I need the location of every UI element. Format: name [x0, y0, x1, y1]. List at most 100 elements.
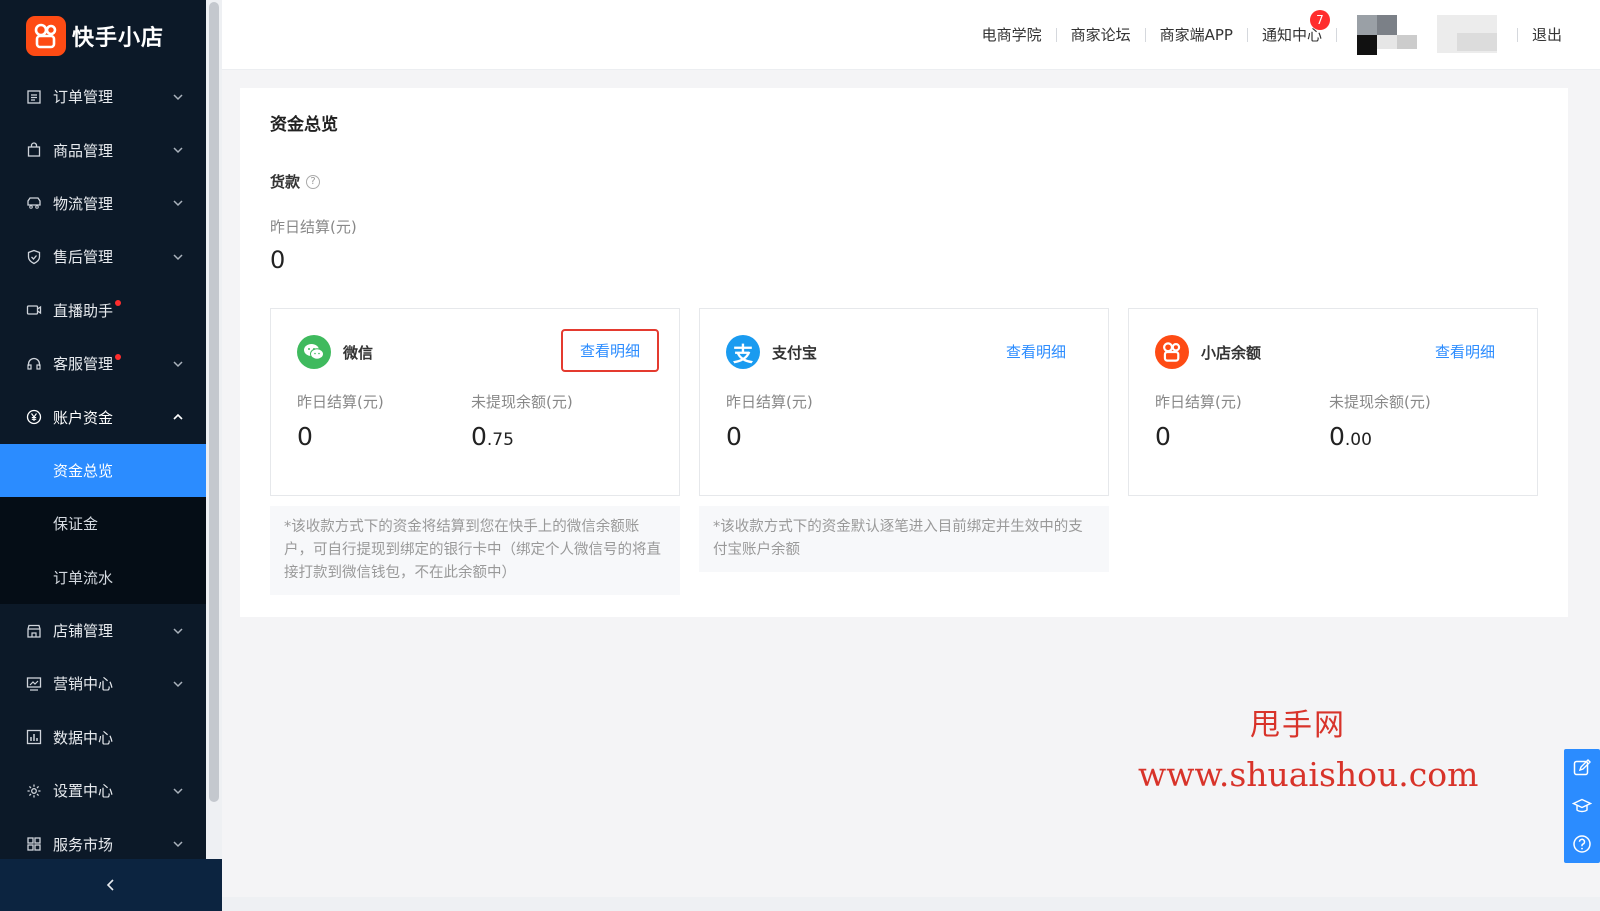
- scrollbar-thumb[interactable]: [209, 2, 219, 802]
- store-icon: [26, 623, 42, 639]
- section-label-text: 货款: [270, 173, 301, 191]
- stat-label: 昨日结算(元): [1155, 393, 1242, 411]
- yesterday-column: 昨日结算(元) 0: [297, 391, 384, 451]
- sidebar-subitem-funds-overview[interactable]: 资金总览: [0, 443, 206, 498]
- sidebar-item-store[interactable]: 店铺管理: [0, 604, 206, 657]
- stat-label: 未提现余额(元): [471, 393, 573, 411]
- header-link-forum[interactable]: 商家论坛: [1057, 26, 1145, 44]
- notifications-label: 通知中心: [1261, 26, 1322, 44]
- video-icon: [26, 302, 42, 318]
- divider: [1335, 28, 1337, 42]
- floating-toolbar: [1564, 749, 1600, 863]
- header-link-app[interactable]: 商家端APP: [1146, 26, 1247, 44]
- account-name: 微信: [343, 343, 374, 362]
- top-header: 电商学院 商家论坛 商家端APP 通知中心 7 退出: [222, 0, 1600, 70]
- yesterday-column: 昨日结算(元) 0: [726, 391, 813, 451]
- value-int: 0: [471, 422, 487, 451]
- sidebar-item-label: 订单管理: [53, 88, 114, 107]
- chevron-down-icon: [173, 681, 183, 688]
- sidebar-item-account-funds[interactable]: 账户资金: [0, 390, 206, 443]
- sidebar-subitem-order-flow[interactable]: 订单流水: [0, 551, 206, 604]
- watermark-url: www.shuaishou.com: [1138, 755, 1479, 794]
- withdrawable-column: 未提现余额(元) 0.75: [471, 391, 573, 451]
- notification-dot: [115, 300, 122, 307]
- avatar[interactable]: [1356, 15, 1417, 55]
- bar-chart-icon: [26, 729, 42, 745]
- collapse-sidebar-button[interactable]: [0, 859, 222, 911]
- grid-icon: [26, 836, 42, 852]
- header-link-academy[interactable]: 电商学院: [968, 26, 1056, 44]
- view-details-link[interactable]: 查看明细: [1417, 337, 1513, 366]
- sidebar-item-data-center[interactable]: 数据中心: [0, 711, 206, 764]
- kuaishou-logo-icon: [26, 16, 66, 56]
- stat-value: 0: [297, 422, 313, 451]
- sidebar-item-label: 设置中心: [53, 782, 114, 801]
- value-decimal: .00: [1344, 430, 1372, 450]
- sidebar-item-label: 服务市场: [53, 835, 114, 854]
- brand-name: 快手小店: [72, 26, 165, 51]
- sidebar-item-label: 店铺管理: [53, 622, 114, 641]
- sidebar-item-label: 售后管理: [53, 248, 114, 267]
- yen-circle-icon: [26, 409, 42, 425]
- value-decimal: .75: [486, 430, 514, 450]
- value-int: 0: [1329, 422, 1345, 451]
- account-header: 微信: [297, 335, 373, 369]
- yesterday-column: 昨日结算(元) 0: [1155, 391, 1242, 451]
- sidebar-item-label: 物流管理: [53, 194, 114, 213]
- notification-dot: [115, 353, 122, 360]
- stat-value: 0: [1155, 422, 1171, 451]
- wechat-account-box: 微信 查看明细 昨日结算(元) 0 未提现余额(元) 0.75: [270, 308, 680, 496]
- gear-icon: [26, 783, 42, 799]
- stat-value: 0.00: [1329, 422, 1431, 451]
- shop-balance-account-box: 小店余额 查看明细 昨日结算(元) 0 未提现余额(元) 0.00: [1128, 308, 1538, 496]
- truck-icon: [26, 195, 42, 211]
- sidebar-item-label: 数据中心: [53, 728, 114, 747]
- sidebar-item-label: 营销中心: [53, 675, 114, 694]
- chevron-down-icon: [173, 200, 183, 207]
- logout-link[interactable]: 退出: [1518, 26, 1600, 44]
- withdrawable-column: 未提现余额(元) 0.00: [1329, 391, 1431, 451]
- wechat-icon: [297, 335, 331, 369]
- sidebar-item-settings[interactable]: 设置中心: [0, 764, 206, 817]
- watermark-title: 甩手网: [1250, 708, 1346, 743]
- monitor-chart-icon: [26, 676, 42, 692]
- help-icon[interactable]: [1564, 825, 1600, 863]
- sidebar: 快手小店 订单管理 商品管理 物流管理 售后管理 直播助手 客服管理 账户资金 …: [0, 0, 206, 911]
- sidebar-item-logistics[interactable]: 物流管理: [0, 177, 206, 230]
- sidebar-scrollbar[interactable]: [206, 0, 222, 911]
- section-label: 货款 ?: [270, 171, 321, 192]
- shield-check-icon: [26, 249, 42, 265]
- logo[interactable]: 快手小店: [26, 16, 164, 56]
- sidebar-subitem-deposit[interactable]: 保证金: [0, 497, 206, 550]
- stat-value: 0.75: [471, 422, 573, 451]
- notification-badge: 7: [1309, 10, 1330, 30]
- headset-icon: [26, 356, 42, 372]
- alipay-icon: 支: [726, 335, 760, 369]
- yesterday-settlement-value: 0: [270, 246, 286, 274]
- sidebar-item-marketing[interactable]: 营销中心: [0, 657, 206, 710]
- view-details-link[interactable]: 查看明细: [560, 329, 659, 372]
- chevron-down-icon: [173, 94, 183, 100]
- view-details-link[interactable]: 查看明细: [988, 337, 1084, 366]
- account-funds-submenu: 资金总览 保证金 订单流水: [0, 443, 206, 604]
- stat-label: 昨日结算(元): [297, 393, 384, 411]
- sidebar-item-live-assistant[interactable]: 直播助手: [0, 284, 206, 337]
- sidebar-item-products[interactable]: 商品管理: [0, 123, 206, 176]
- sidebar-item-aftersales[interactable]: 售后管理: [0, 230, 206, 283]
- bag-icon: [26, 142, 42, 158]
- sidebar-item-label: 商品管理: [53, 141, 114, 160]
- sidebar-item-label: 账户资金: [53, 408, 114, 427]
- graduation-cap-icon[interactable]: [1564, 787, 1600, 825]
- sidebar-item-customer-service[interactable]: 客服管理: [0, 337, 206, 390]
- chevron-down-icon: [173, 628, 183, 634]
- sidebar-item-orders[interactable]: 订单管理: [0, 70, 206, 123]
- chevron-down-icon: [173, 361, 183, 367]
- edit-icon[interactable]: [1564, 749, 1600, 787]
- header-link-notifications[interactable]: 通知中心 7: [1248, 10, 1336, 44]
- help-icon[interactable]: ?: [306, 174, 321, 189]
- funds-overview-card: 资金总览 货款 ? 昨日结算(元) 0 微信 查看明细 昨日结算(元) 0 未提…: [240, 88, 1568, 617]
- sidebar-item-label: 直播助手: [53, 301, 114, 320]
- wechat-note: *该收款方式下的资金将结算到您在快手上的微信余额账户，可自行提现到绑定的银行卡中…: [270, 506, 680, 595]
- alipay-account-box: 支 支付宝 查看明细 昨日结算(元) 0: [699, 308, 1109, 496]
- chevron-down-icon: [173, 147, 183, 154]
